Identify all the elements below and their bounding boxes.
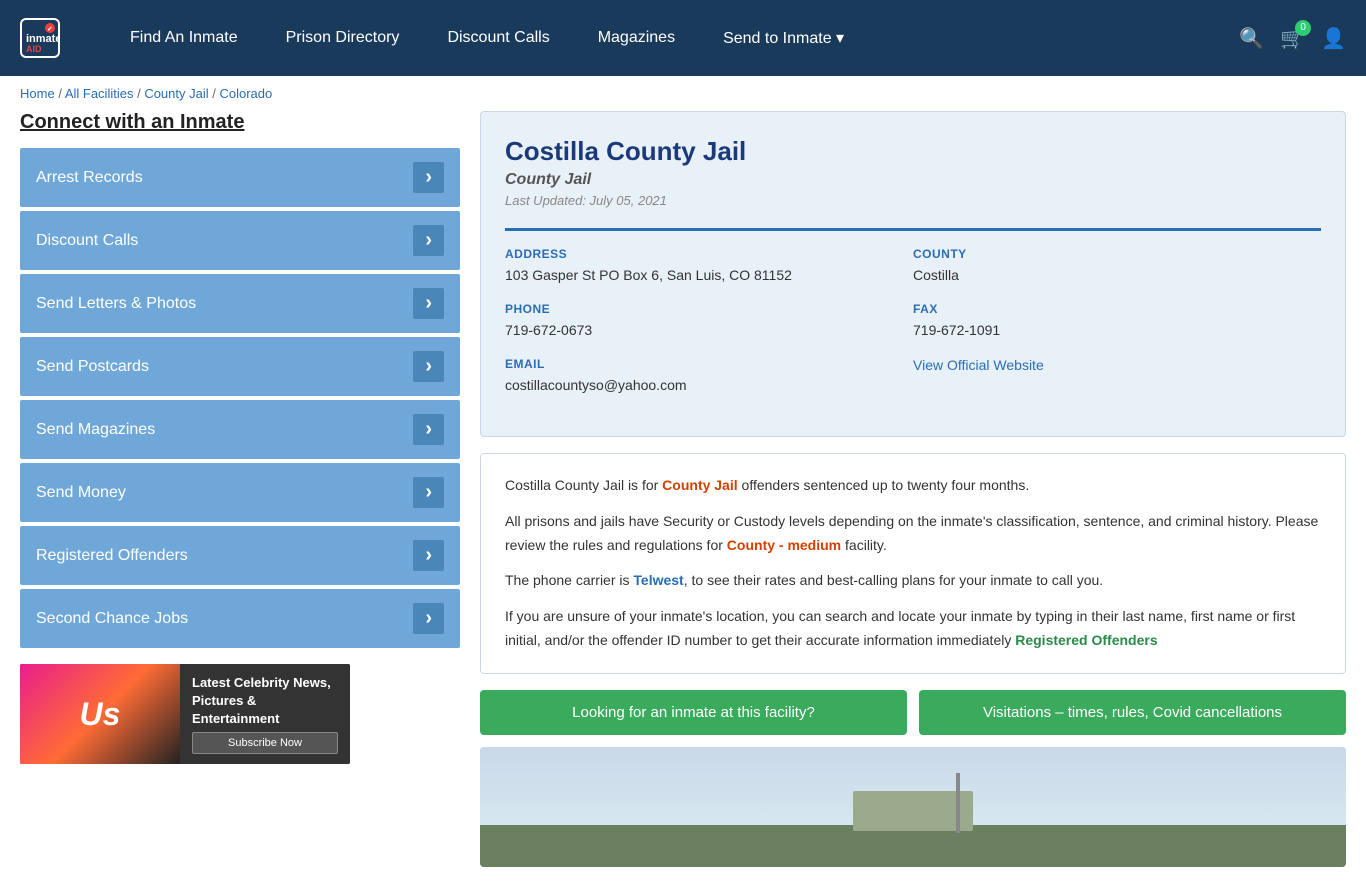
- sidebar-menu: Arrest Records › Discount Calls › Send L…: [20, 148, 460, 648]
- ad-image: Us: [20, 664, 180, 764]
- website-link[interactable]: View Official Website: [913, 357, 1044, 373]
- sidebar-advertisement[interactable]: Us Latest Celebrity News, Pictures & Ent…: [20, 664, 350, 764]
- chevron-right-icon: ›: [413, 162, 444, 193]
- user-icon: 👤: [1321, 28, 1346, 50]
- chevron-right-icon: ›: [413, 603, 444, 634]
- sidebar-item-label: Send Money: [36, 484, 126, 502]
- chevron-right-icon: ›: [413, 540, 444, 571]
- fax-section: FAX 719-672-1091: [913, 302, 1321, 357]
- facility-card: Costilla County Jail County Jail Last Up…: [480, 111, 1346, 437]
- ground-background: [480, 825, 1346, 867]
- email-label: EMAIL: [505, 357, 893, 371]
- county-jail-link[interactable]: County Jail: [662, 477, 737, 493]
- breadcrumb: Home / All Facilities / County Jail / Co…: [0, 76, 1366, 111]
- sidebar: Connect with an Inmate Arrest Records › …: [20, 111, 460, 867]
- sidebar-title: Connect with an Inmate: [20, 111, 460, 134]
- county-section: COUNTY Costilla: [913, 247, 1321, 302]
- logo[interactable]: inmate AID ✓: [20, 18, 66, 58]
- nav-find-inmate[interactable]: Find An Inmate: [106, 29, 262, 47]
- sidebar-item-send-money[interactable]: Send Money ›: [20, 463, 460, 522]
- phone-value: 719-672-0673: [505, 320, 893, 341]
- chevron-right-icon: ›: [413, 477, 444, 508]
- cart-button[interactable]: 🛒 0: [1280, 26, 1305, 51]
- sidebar-item-label: Arrest Records: [36, 169, 143, 187]
- logo-icon: inmate AID ✓: [20, 18, 60, 58]
- telwest-link[interactable]: Telwest: [633, 572, 683, 588]
- description-paragraph-2: All prisons and jails have Security or C…: [505, 510, 1321, 558]
- search-button[interactable]: 🔍: [1239, 26, 1264, 51]
- address-section: ADDRESS 103 Gasper St PO Box 6, San Luis…: [505, 247, 913, 302]
- address-label: ADDRESS: [505, 247, 893, 261]
- breadcrumb-all-facilities[interactable]: All Facilities: [65, 86, 134, 101]
- phone-label: PHONE: [505, 302, 893, 316]
- main-content: Costilla County Jail County Jail Last Up…: [480, 111, 1346, 867]
- user-button[interactable]: 👤: [1321, 26, 1346, 51]
- site-header: inmate AID ✓ Find An Inmate Prison Direc…: [0, 0, 1366, 76]
- header-icons: 🔍 🛒 0 👤: [1239, 26, 1346, 51]
- nav-prison-directory[interactable]: Prison Directory: [262, 29, 424, 47]
- nav-magazines[interactable]: Magazines: [574, 29, 699, 47]
- description-paragraph-3: The phone carrier is Telwest, to see the…: [505, 569, 1321, 593]
- facility-building: [853, 791, 973, 831]
- county-medium-link[interactable]: County - medium: [727, 537, 841, 553]
- chevron-right-icon: ›: [413, 414, 444, 445]
- sidebar-item-label: Send Magazines: [36, 421, 155, 439]
- sidebar-item-label: Send Postcards: [36, 358, 149, 376]
- facility-info-grid: ADDRESS 103 Gasper St PO Box 6, San Luis…: [505, 228, 1321, 412]
- facility-name: Costilla County Jail: [505, 136, 1321, 167]
- sidebar-item-label: Discount Calls: [36, 232, 138, 250]
- find-inmate-button[interactable]: Looking for an inmate at this facility?: [480, 690, 907, 735]
- county-label: COUNTY: [913, 247, 1301, 261]
- cart-badge: 0: [1295, 20, 1311, 36]
- search-icon: 🔍: [1239, 28, 1264, 50]
- sidebar-item-registered-offenders[interactable]: Registered Offenders ›: [20, 526, 460, 585]
- visitations-button[interactable]: Visitations – times, rules, Covid cancel…: [919, 690, 1346, 735]
- svg-text:✓: ✓: [47, 26, 53, 33]
- nav-send-to-inmate[interactable]: Send to Inmate ▾: [699, 28, 868, 48]
- sidebar-item-send-magazines[interactable]: Send Magazines ›: [20, 400, 460, 459]
- main-layout: Connect with an Inmate Arrest Records › …: [0, 111, 1366, 887]
- breadcrumb-home[interactable]: Home: [20, 86, 55, 101]
- svg-text:AID: AID: [26, 44, 42, 54]
- facility-updated: Last Updated: July 05, 2021: [505, 193, 1321, 208]
- sidebar-item-arrest-records[interactable]: Arrest Records ›: [20, 148, 460, 207]
- main-nav: Find An Inmate Prison Directory Discount…: [106, 28, 1239, 48]
- facility-type: County Jail: [505, 171, 1321, 189]
- sidebar-item-label: Registered Offenders: [36, 547, 188, 565]
- facility-image: [480, 747, 1346, 867]
- phone-section: PHONE 719-672-0673: [505, 302, 913, 357]
- ad-subscribe-button[interactable]: Subscribe Now: [192, 732, 338, 754]
- fax-value: 719-672-1091: [913, 320, 1301, 341]
- registered-offenders-link[interactable]: Registered Offenders: [1015, 632, 1157, 648]
- chevron-right-icon: ›: [413, 225, 444, 256]
- sidebar-item-second-chance-jobs[interactable]: Second Chance Jobs ›: [20, 589, 460, 648]
- email-section: EMAIL costillacountyso@yahoo.com: [505, 357, 913, 412]
- chevron-right-icon: ›: [413, 288, 444, 319]
- sidebar-item-discount-calls[interactable]: Discount Calls ›: [20, 211, 460, 270]
- description-paragraph-1: Costilla County Jail is for County Jail …: [505, 474, 1321, 498]
- ad-text: Latest Celebrity News, Pictures & Entert…: [192, 674, 338, 729]
- nav-discount-calls[interactable]: Discount Calls: [423, 29, 573, 47]
- action-buttons: Looking for an inmate at this facility? …: [480, 690, 1346, 735]
- sidebar-item-label: Send Letters & Photos: [36, 295, 196, 313]
- email-value: costillacountyso@yahoo.com: [505, 375, 893, 396]
- website-section: View Official Website: [913, 357, 1321, 412]
- facility-description: Costilla County Jail is for County Jail …: [480, 453, 1346, 674]
- county-value: Costilla: [913, 265, 1301, 286]
- address-value: 103 Gasper St PO Box 6, San Luis, CO 811…: [505, 265, 893, 286]
- chevron-right-icon: ›: [413, 351, 444, 382]
- sidebar-item-send-letters[interactable]: Send Letters & Photos ›: [20, 274, 460, 333]
- ad-brand: Us: [80, 696, 121, 733]
- fax-label: FAX: [913, 302, 1301, 316]
- breadcrumb-county-jail[interactable]: County Jail: [144, 86, 208, 101]
- ad-content: Latest Celebrity News, Pictures & Entert…: [180, 664, 350, 764]
- sidebar-item-send-postcards[interactable]: Send Postcards ›: [20, 337, 460, 396]
- flag-pole: [956, 773, 960, 833]
- breadcrumb-colorado[interactable]: Colorado: [219, 86, 272, 101]
- sidebar-item-label: Second Chance Jobs: [36, 610, 188, 628]
- description-paragraph-4: If you are unsure of your inmate's locat…: [505, 605, 1321, 653]
